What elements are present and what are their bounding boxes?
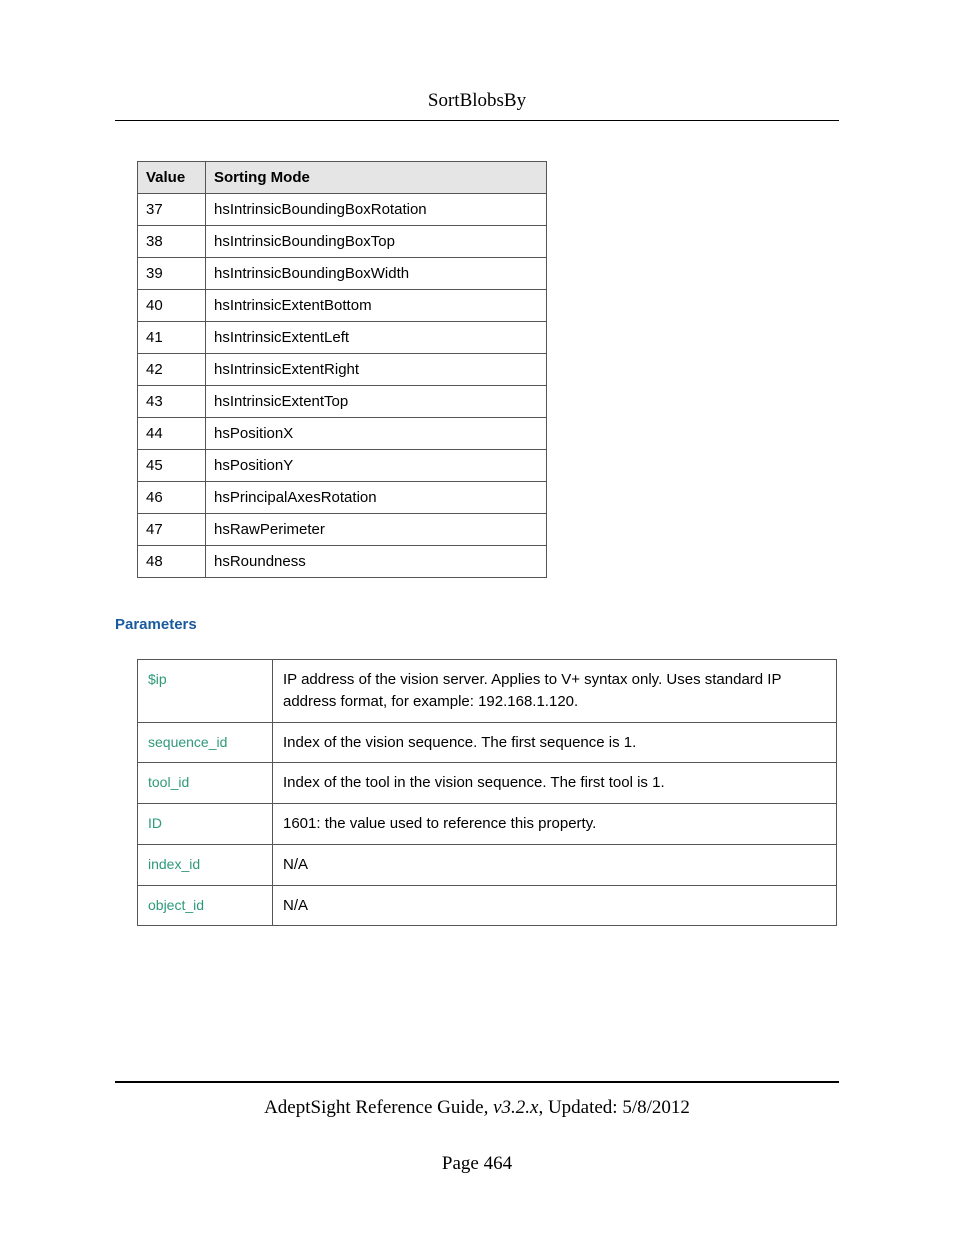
page-header-title: SortBlobsBy <box>115 90 839 120</box>
cell-value: 45 <box>138 450 206 482</box>
cell-value: 37 <box>138 194 206 226</box>
cell-mode: hsIntrinsicExtentLeft <box>206 322 547 354</box>
cell-value: 39 <box>138 258 206 290</box>
cell-param-name: index_id <box>138 844 273 885</box>
table-row: sequence_idIndex of the vision sequence.… <box>138 722 837 763</box>
col-header-mode: Sorting Mode <box>206 162 547 194</box>
page-footer: AdeptSight Reference Guide, v3.2.x, Upda… <box>115 1081 839 1175</box>
footer-line: AdeptSight Reference Guide, v3.2.x, Upda… <box>115 1097 839 1119</box>
cell-mode: hsIntrinsicBoundingBoxTop <box>206 226 547 258</box>
parameters-heading: Parameters <box>115 616 839 633</box>
cell-value: 40 <box>138 290 206 322</box>
cell-mode: hsPositionY <box>206 450 547 482</box>
cell-param-name: ID <box>138 804 273 845</box>
table-row: index_idN/A <box>138 844 837 885</box>
cell-mode: hsIntrinsicExtentBottom <box>206 290 547 322</box>
footer-page: Page 464 <box>115 1153 839 1175</box>
cell-value: 42 <box>138 354 206 386</box>
table-row: 47hsRawPerimeter <box>138 514 547 546</box>
cell-param-desc: N/A <box>273 844 837 885</box>
table-row: 46hsPrincipalAxesRotation <box>138 482 547 514</box>
cell-mode: hsIntrinsicBoundingBoxWidth <box>206 258 547 290</box>
table-row: 37hsIntrinsicBoundingBoxRotation <box>138 194 547 226</box>
table-row: 40hsIntrinsicExtentBottom <box>138 290 547 322</box>
footer-updated-date: 5/8/2012 <box>622 1097 690 1118</box>
sorting-mode-table: Value Sorting Mode 37hsIntrinsicBounding… <box>137 161 547 578</box>
cell-mode: hsRawPerimeter <box>206 514 547 546</box>
cell-value: 47 <box>138 514 206 546</box>
cell-param-desc: N/A <box>273 885 837 926</box>
cell-mode: hsIntrinsicExtentRight <box>206 354 547 386</box>
footer-page-number: 464 <box>484 1153 513 1174</box>
table-row: tool_idIndex of the tool in the vision s… <box>138 763 837 804</box>
cell-mode: hsPrincipalAxesRotation <box>206 482 547 514</box>
table-row: 38hsIntrinsicBoundingBoxTop <box>138 226 547 258</box>
table-row: 39hsIntrinsicBoundingBoxWidth <box>138 258 547 290</box>
footer-version: v3.2.x <box>493 1097 538 1118</box>
parameters-table: $ipIP address of the vision server. Appl… <box>137 659 837 926</box>
footer-guide: AdeptSight Reference Guide <box>264 1097 483 1118</box>
table-row: ID1601: the value used to reference this… <box>138 804 837 845</box>
cell-param-desc: IP address of the vision server. Applies… <box>273 660 837 723</box>
footer-page-label: Page <box>442 1153 484 1174</box>
cell-mode: hsIntrinsicBoundingBoxRotation <box>206 194 547 226</box>
cell-value: 43 <box>138 386 206 418</box>
cell-param-desc: Index of the vision sequence. The first … <box>273 722 837 763</box>
cell-mode: hsPositionX <box>206 418 547 450</box>
col-header-value: Value <box>138 162 206 194</box>
table-row: 45hsPositionY <box>138 450 547 482</box>
cell-param-desc: Index of the tool in the vision sequence… <box>273 763 837 804</box>
cell-mode: hsRoundness <box>206 546 547 578</box>
footer-rule <box>115 1081 839 1083</box>
cell-value: 41 <box>138 322 206 354</box>
footer-sep: , <box>484 1097 494 1118</box>
table-row: 43hsIntrinsicExtentTop <box>138 386 547 418</box>
cell-value: 48 <box>138 546 206 578</box>
cell-param-desc: 1601: the value used to reference this p… <box>273 804 837 845</box>
table-header-row: Value Sorting Mode <box>138 162 547 194</box>
cell-param-name: object_id <box>138 885 273 926</box>
table-row: object_idN/A <box>138 885 837 926</box>
table-row: $ipIP address of the vision server. Appl… <box>138 660 837 723</box>
header-rule <box>115 120 839 121</box>
cell-value: 38 <box>138 226 206 258</box>
cell-value: 44 <box>138 418 206 450</box>
cell-param-name: sequence_id <box>138 722 273 763</box>
table-row: 44hsPositionX <box>138 418 547 450</box>
cell-mode: hsIntrinsicExtentTop <box>206 386 547 418</box>
table-row: 42hsIntrinsicExtentRight <box>138 354 547 386</box>
cell-param-name: tool_id <box>138 763 273 804</box>
cell-value: 46 <box>138 482 206 514</box>
footer-updated-label: , Updated: <box>538 1097 622 1118</box>
table-row: 41hsIntrinsicExtentLeft <box>138 322 547 354</box>
cell-param-name: $ip <box>138 660 273 723</box>
table-row: 48hsRoundness <box>138 546 547 578</box>
